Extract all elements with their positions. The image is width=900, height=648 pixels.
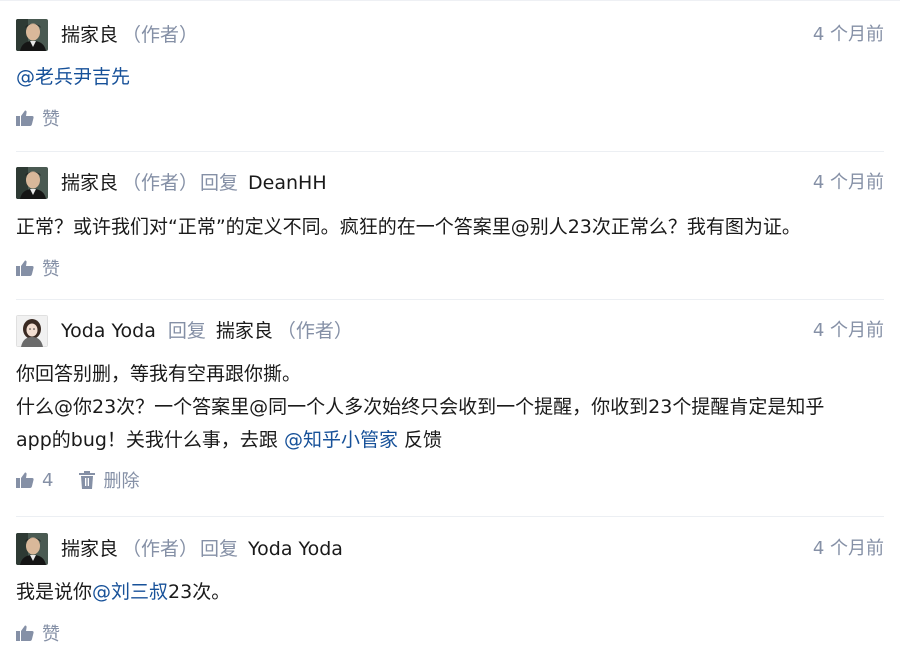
comment-actions: 赞 (16, 253, 884, 283)
comment-line: 什么@你23次？一个答案里@同一个人多次始终只会收到一个提醒，你收到23个提醒肯… (16, 396, 825, 418)
thumbs-up-icon (16, 110, 34, 126)
top-divider (0, 0, 900, 1)
author-tag: （作者） (122, 24, 199, 46)
line-text: 23次。 (168, 581, 231, 603)
comment-actions: 赞 (16, 618, 884, 648)
comment-time: 4 个月前 (812, 538, 884, 559)
like-button[interactable]: 赞 (16, 105, 60, 131)
mention-link[interactable]: @老兵尹吉先 (16, 66, 130, 88)
line-text: 我是说你 (16, 581, 93, 603)
thumbs-up-icon (16, 472, 34, 488)
comment-line: app的bug！关我什么事，去跟 @知乎小管家 反馈 (16, 424, 884, 457)
mention-link[interactable]: @刘三叔 (92, 581, 168, 603)
reply-to-name[interactable]: DeanHH (248, 166, 327, 200)
comment-item: 揣家良 （作者） 回复 Yoda Yoda 4 个月前 我是说你@刘三叔23次。… (16, 532, 884, 648)
avatar[interactable] (16, 167, 48, 199)
author-name[interactable]: 揣家良 (61, 166, 118, 200)
avatar[interactable] (16, 19, 48, 51)
comment-text: 正常？或许我们对“正常”的定义不同。疯狂的在一个答案里@别人23次正常么？我有图… (16, 216, 801, 238)
reply-label: 回复 (200, 172, 239, 194)
comment-item: 揣家良 （作者） 4 个月前 @老兵尹吉先 赞 (16, 18, 884, 133)
like-label: 赞 (42, 259, 60, 280)
comment-actions: 赞 (16, 103, 884, 133)
reply-label: 回复 (167, 320, 206, 342)
delete-label: 删除 (103, 471, 140, 492)
thumbs-up-icon (16, 625, 34, 641)
reply-to-name[interactable]: Yoda Yoda (248, 532, 343, 566)
like-count: 4 (42, 469, 54, 491)
mention-link[interactable]: @知乎小管家 (284, 429, 398, 451)
reply-to-name[interactable]: 揣家良 (216, 314, 273, 348)
comment-line: 你回答别删，等我有空再跟你撕。 (16, 363, 302, 385)
comment-text: 我是说你@刘三叔23次。 (16, 576, 884, 609)
reply-label: 回复 (200, 538, 239, 560)
comment-divider (16, 516, 884, 517)
like-button[interactable]: 赞 (16, 255, 60, 281)
comment-header: 揣家良 （作者） 回复 Yoda Yoda 4 个月前 (16, 532, 884, 566)
reply-to-tag: （作者） (276, 320, 353, 342)
line-text: 反馈 (397, 429, 443, 451)
comment-divider (16, 299, 884, 300)
like-label: 赞 (42, 109, 60, 130)
comment-text: @老兵尹吉先 (16, 61, 884, 94)
avatar[interactable] (16, 315, 48, 347)
trash-icon (79, 471, 96, 489)
comment-divider (16, 151, 884, 152)
comment-time: 4 个月前 (812, 24, 884, 45)
comment-item: 揣家良 （作者） 回复 DeanHH 4 个月前 正常？或许我们对“正常”的定义… (16, 166, 884, 283)
comment-header: Yoda Yoda 回复 揣家良 （作者） 4 个月前 (16, 314, 884, 348)
delete-button[interactable]: 删除 (79, 467, 139, 493)
like-button[interactable]: 4 (16, 470, 53, 491)
comment-actions: 4 删除 (16, 465, 884, 495)
line-text: app的bug！关我什么事，去跟 (16, 429, 284, 451)
author-name[interactable]: 揣家良 (61, 532, 118, 566)
author-tag: （作者） (122, 538, 199, 560)
comment-time: 4 个月前 (812, 172, 884, 193)
comment-header: 揣家良 （作者） 4 个月前 (16, 18, 884, 52)
author-name[interactable]: Yoda Yoda (61, 314, 156, 348)
comment-time: 4 个月前 (812, 320, 884, 341)
like-button[interactable]: 赞 (16, 620, 60, 646)
comment-text: 你回答别删，等我有空再跟你撕。 什么@你23次？一个答案里@同一个人多次始终只会… (16, 358, 884, 457)
comment-header: 揣家良 （作者） 回复 DeanHH 4 个月前 (16, 166, 884, 200)
comment-item: Yoda Yoda 回复 揣家良 （作者） 4 个月前 你回答别删，等我有空再跟… (16, 314, 884, 495)
like-label: 赞 (42, 624, 60, 645)
thumbs-up-icon (16, 260, 34, 276)
author-name[interactable]: 揣家良 (61, 18, 118, 52)
author-tag: （作者） (122, 172, 199, 194)
avatar[interactable] (16, 533, 48, 565)
